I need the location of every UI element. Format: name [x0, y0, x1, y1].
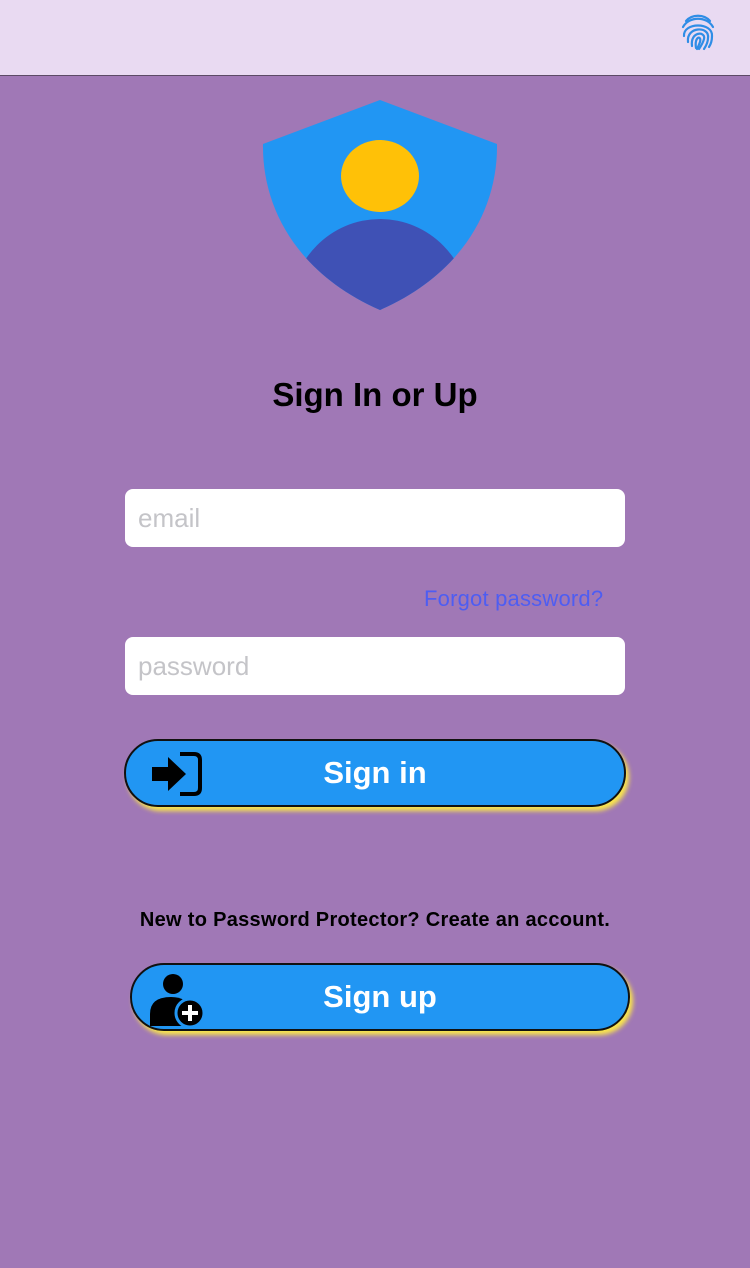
- fingerprint-icon[interactable]: [680, 12, 716, 52]
- email-field[interactable]: [125, 489, 625, 547]
- sign-in-button[interactable]: Sign in: [124, 739, 626, 807]
- signup-prompt: New to Password Protector? Create an acc…: [139, 909, 611, 931]
- page-title: Sign In or Up: [272, 376, 478, 413]
- sign-in-label: Sign in: [323, 755, 427, 790]
- password-field[interactable]: [125, 637, 625, 695]
- user-shield-icon: [262, 99, 498, 311]
- sign-up-button[interactable]: Sign up: [130, 963, 630, 1031]
- forgot-password-link[interactable]: Forgot password?: [424, 586, 603, 612]
- sign-up-label: Sign up: [323, 979, 437, 1014]
- top-bar: [0, 0, 750, 76]
